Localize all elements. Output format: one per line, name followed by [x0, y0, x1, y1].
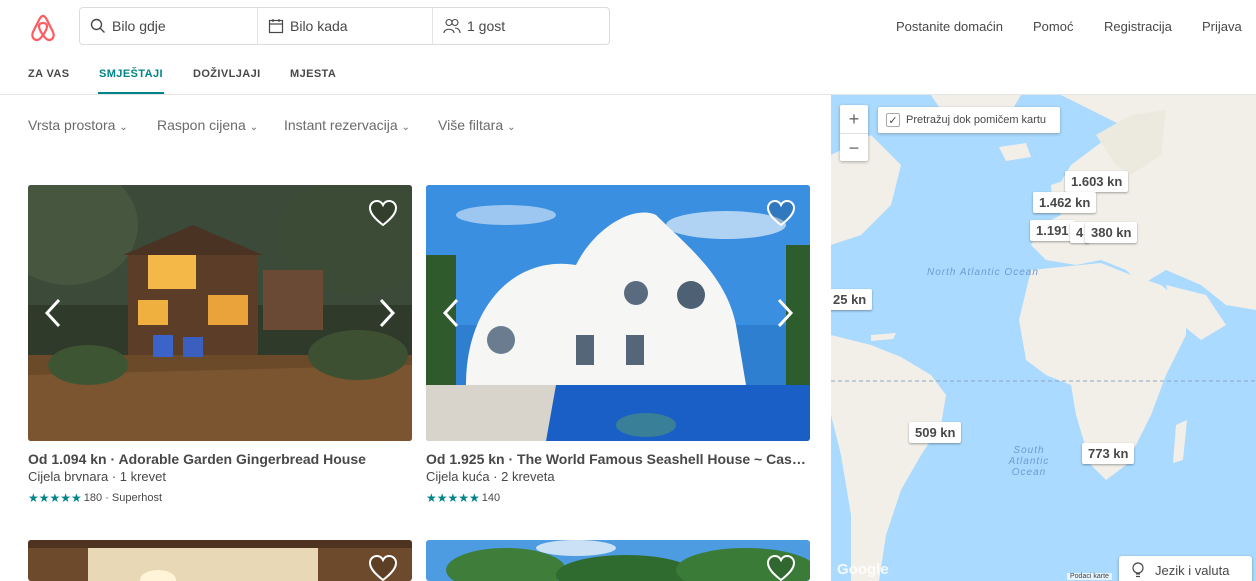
world-map [831, 95, 1256, 581]
login-link[interactable]: Prijava [1202, 19, 1242, 34]
become-host-link[interactable]: Postanite domaćin [896, 19, 1003, 34]
price-range-filter-label: Raspon cijena [157, 117, 246, 133]
search-bar: Bilo gdje Bilo kada 1 gost [79, 7, 610, 45]
guests-icon [443, 18, 461, 34]
guests-field-text: 1 gost [467, 18, 506, 34]
chevron-down-icon: ⌄ [507, 122, 516, 133]
star-rating-icon: ★★★★★ [28, 491, 82, 505]
listing-subtitle: Cijela brvnara · 1 krevet [28, 469, 166, 484]
listing-title[interactable]: Od 1.094 kn · Adorable Garden Gingerbrea… [28, 451, 412, 467]
airbnb-logo-icon[interactable] [28, 12, 58, 42]
header: Bilo gdje Bilo kada 1 gost Postanite dom… [0, 0, 1256, 52]
south-atlantic-label: South Atlantic Ocean [1008, 445, 1050, 478]
listing-card[interactable] [28, 540, 412, 581]
heart-icon[interactable] [368, 199, 398, 227]
listing-photo[interactable] [426, 185, 810, 441]
google-logo: Google [837, 561, 889, 578]
next-photo-icon[interactable] [776, 298, 794, 328]
instant-book-filter-label: Instant rezervacija [284, 117, 398, 133]
calendar-icon [268, 19, 284, 34]
map[interactable]: + − ✓ Pretražuj dok pomičem kartu North … [831, 95, 1256, 581]
when-field[interactable]: Bilo kada [258, 8, 433, 44]
price-pin[interactable]: 1.462 kn [1033, 192, 1097, 213]
review-count: 140 [481, 492, 501, 504]
heart-icon[interactable] [766, 199, 796, 227]
chevron-down-icon: ⌄ [119, 122, 128, 133]
room-type-filter[interactable]: Vrsta prostora ⌄ [28, 117, 128, 133]
listing-card[interactable]: Od 1.925 kn · The World Famous Seashell … [426, 185, 810, 515]
more-filters-button[interactable]: Više filtara ⌄ [438, 117, 516, 133]
signup-link[interactable]: Registracija [1104, 19, 1172, 34]
next-photo-icon[interactable] [378, 298, 396, 328]
star-rating-icon: ★★★★★ [426, 491, 480, 505]
price-pin[interactable]: 25 kn [831, 289, 873, 310]
help-link[interactable]: Pomoć [1033, 19, 1073, 34]
where-field[interactable]: Bilo gdje [80, 8, 258, 44]
lightbulb-icon [1132, 562, 1144, 578]
when-field-text: Bilo kada [290, 18, 348, 34]
guests-field[interactable]: 1 gost [433, 8, 609, 44]
listing-subtitle: Cijela kuća · 2 kreveta [426, 469, 555, 484]
zoom-control: + − [840, 105, 868, 161]
price-pin[interactable]: 773 kn [1082, 443, 1135, 464]
listing-title[interactable]: Od 1.925 kn · The World Famous Seashell … [426, 451, 810, 467]
listing-photo[interactable] [28, 540, 412, 581]
search-as-map-moves-toggle[interactable]: ✓ Pretražuj dok pomičem kartu [878, 107, 1060, 133]
interior-photo [28, 540, 412, 581]
chevron-down-icon: ⌄ [249, 122, 259, 133]
zoom-out-button[interactable]: − [840, 134, 868, 162]
where-field-text: Bilo gdje [112, 18, 166, 34]
heart-icon[interactable] [766, 554, 796, 581]
listing-rating: ★★★★★ 180 · Superhost [28, 491, 162, 505]
language-currency-button[interactable]: Jezik i valuta [1119, 556, 1252, 581]
listing-card[interactable]: Od 1.094 kn · Adorable Garden Gingerbrea… [28, 185, 412, 515]
listing-card[interactable] [426, 540, 810, 581]
search-as-map-moves-label: Pretražuj dok pomičem kartu [906, 114, 1046, 126]
language-currency-label: Jezik i valuta [1155, 562, 1230, 578]
price-range-filter[interactable]: Raspon cijena ⌄ [157, 117, 258, 133]
listing-rating: ★★★★★ 140 [426, 491, 500, 505]
listing-photo[interactable] [426, 540, 810, 581]
checkbox-checked-icon[interactable]: ✓ [886, 113, 900, 127]
price-pin[interactable]: 1.603 kn [1065, 171, 1129, 192]
more-filters-label: Više filtara [438, 117, 504, 133]
active-tab-indicator [98, 92, 164, 94]
tab-places[interactable]: MJESTA [290, 68, 336, 80]
tab-for-you[interactable]: ZA VAS [28, 68, 70, 80]
tab-homes[interactable]: SMJEŠTAJI [99, 68, 163, 80]
price-pin[interactable]: 509 kn [909, 422, 962, 443]
listing-photo[interactable] [28, 185, 412, 441]
price-pin[interactable]: 1.191 [1030, 220, 1075, 241]
room-type-filter-label: Vrsta prostora [28, 117, 116, 133]
search-icon [90, 18, 105, 33]
chevron-down-icon: ⌄ [401, 122, 410, 133]
category-tabs: ZA VAS SMJEŠTAJI DOŽIVLJAJI MJESTA [0, 52, 1256, 95]
gingerbread-house-photo [28, 185, 412, 441]
price-pin[interactable]: 380 kn [1085, 222, 1138, 243]
previous-photo-icon[interactable] [442, 298, 460, 328]
trees-photo [426, 540, 810, 581]
tab-experiences[interactable]: DOŽIVLJAJI [193, 68, 261, 80]
heart-icon[interactable] [368, 554, 398, 581]
map-data-attribution[interactable]: Podaci karte [1067, 573, 1112, 580]
review-count: 180 · Superhost [83, 492, 163, 504]
instant-book-filter[interactable]: Instant rezervacija ⌄ [284, 117, 410, 133]
previous-photo-icon[interactable] [44, 298, 62, 328]
seashell-house-photo [426, 185, 810, 441]
north-atlantic-label: North Atlantic Ocean [927, 267, 1039, 278]
zoom-in-button[interactable]: + [840, 105, 868, 133]
